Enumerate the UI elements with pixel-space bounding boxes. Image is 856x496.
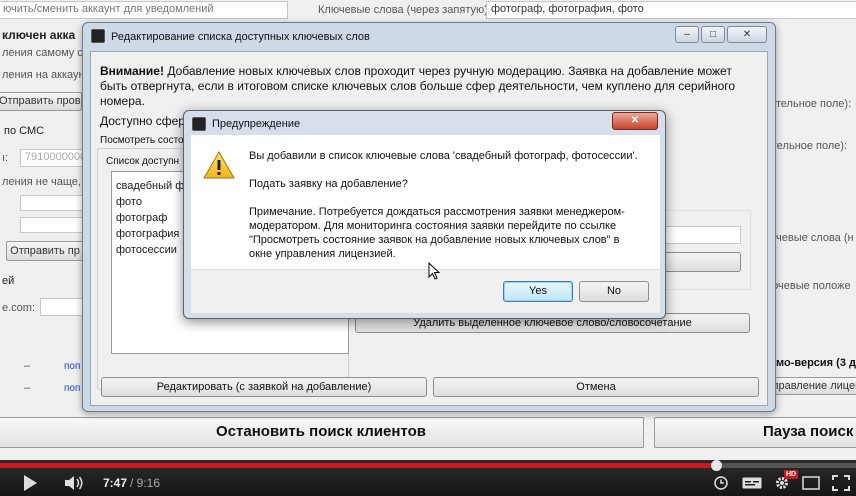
bg-text: ı: [2,152,9,164]
bg-text: ей [2,275,15,287]
watch-later-icon[interactable] [714,476,728,490]
bg-link[interactable]: поп [64,361,80,372]
bg-text: ления самому се [2,47,89,59]
bg-link[interactable]: поп [64,383,80,394]
bg-text: ательное поле): [770,98,852,110]
captions-icon[interactable] [742,477,762,489]
moderation-warning: Внимание! Добавление новых ключевых слов… [100,64,740,109]
no-button[interactable]: No [579,281,649,302]
edit-dialog-title: Редактирование списка доступных ключевых… [111,31,370,43]
play-icon[interactable] [22,474,38,492]
yes-button[interactable]: Yes [503,281,573,302]
bg-text: ления на аккаун [2,69,85,81]
app-icon [91,29,105,43]
warning-line1: Вы добавили в список ключевые слова 'сва… [249,150,638,162]
bg-keywords-input[interactable]: фотограф, фотография, фото [486,1,856,19]
bg-input[interactable] [40,298,84,316]
bg-text: ючить/сменить аккаунт для уведомлений [3,3,214,15]
pause-search-button[interactable]: Пауза поиск [654,417,856,448]
bg-text: ления не чаще, [2,176,81,188]
volume-icon[interactable] [64,475,86,491]
warning-triangle-icon [203,151,235,179]
mouse-cursor-icon [428,262,440,280]
bg-text: ючевые положе [770,280,851,292]
current-time: 7:47 [103,476,128,490]
cancel-button[interactable]: Отмена [433,377,759,397]
bg-send-check-button[interactable]: Отправить прове [0,92,82,111]
bg-phone-input[interactable]: 7910000000 [20,149,84,167]
bg-text: емо-версия (3 д [770,357,856,369]
progress-track[interactable] [0,460,856,471]
bg-send-button[interactable]: Отправить пр [6,241,84,261]
bg-notify-account-field[interactable]: ючить/сменить аккаунт для уведомлений [0,1,288,19]
warning-footer: Yes No [191,269,660,313]
edit-with-request-button[interactable]: Редактировать (с заявкой на добавление) [101,377,427,397]
warning-text: Добавление новых ключевых слов проходит … [100,64,736,108]
available-spheres-label: Доступно сфер [100,114,185,128]
bg-text: – [24,382,31,394]
fullscreen-icon[interactable] [832,475,850,491]
bg-text: ательное поле): [766,140,848,152]
close-icon[interactable]: ✕ [612,112,658,130]
video-player-controls: 7:47 / 9:16 HD [0,460,856,496]
bg-input[interactable] [20,195,84,211]
bg-license-button[interactable]: управление лицензи [766,377,856,395]
warning-body: Вы добавили в список ключевые слова 'сва… [191,135,660,269]
bg-text: – [24,360,31,372]
progress-knob[interactable] [710,460,722,471]
edit-dialog-titlebar[interactable]: Редактирование списка доступных ключевых… [83,23,775,49]
bg-input[interactable] [20,217,84,233]
list-label: Список доступн [106,156,180,167]
stop-search-button[interactable]: Остановить поиск клиентов [0,417,644,448]
bg-text: ючевые слова (н [768,232,854,244]
duration: / 9:16 [130,476,161,490]
bg-text: e.com: [2,302,36,314]
progress-fill [0,463,716,468]
warning-titlebar[interactable]: Предупреждение ✕ [184,111,665,137]
theater-mode-icon[interactable] [802,476,820,490]
warning-title: Предупреждение [212,118,301,130]
warning-note: Примечание. Потребуется дождаться рассмо… [249,206,625,260]
warning-bold: Внимание! [100,64,164,78]
minimize-icon[interactable]: – [675,26,699,43]
warning-line2: Подать заявку на добавление? [249,178,408,190]
maximize-icon[interactable]: □ [701,26,725,43]
bg-keywords-label: Ключевые слова (через запятую): [318,4,491,16]
bg-text: по СМС [4,125,45,137]
hd-badge: HD [784,470,799,479]
close-icon[interactable]: ✕ [727,26,767,43]
bg-account-header: ключен акка [2,28,76,42]
view-status-link[interactable]: Посмотреть состо [100,134,184,148]
warning-dialog: Предупреждение ✕ Вы добавили в список кл… [183,110,666,319]
app-icon [192,117,206,131]
